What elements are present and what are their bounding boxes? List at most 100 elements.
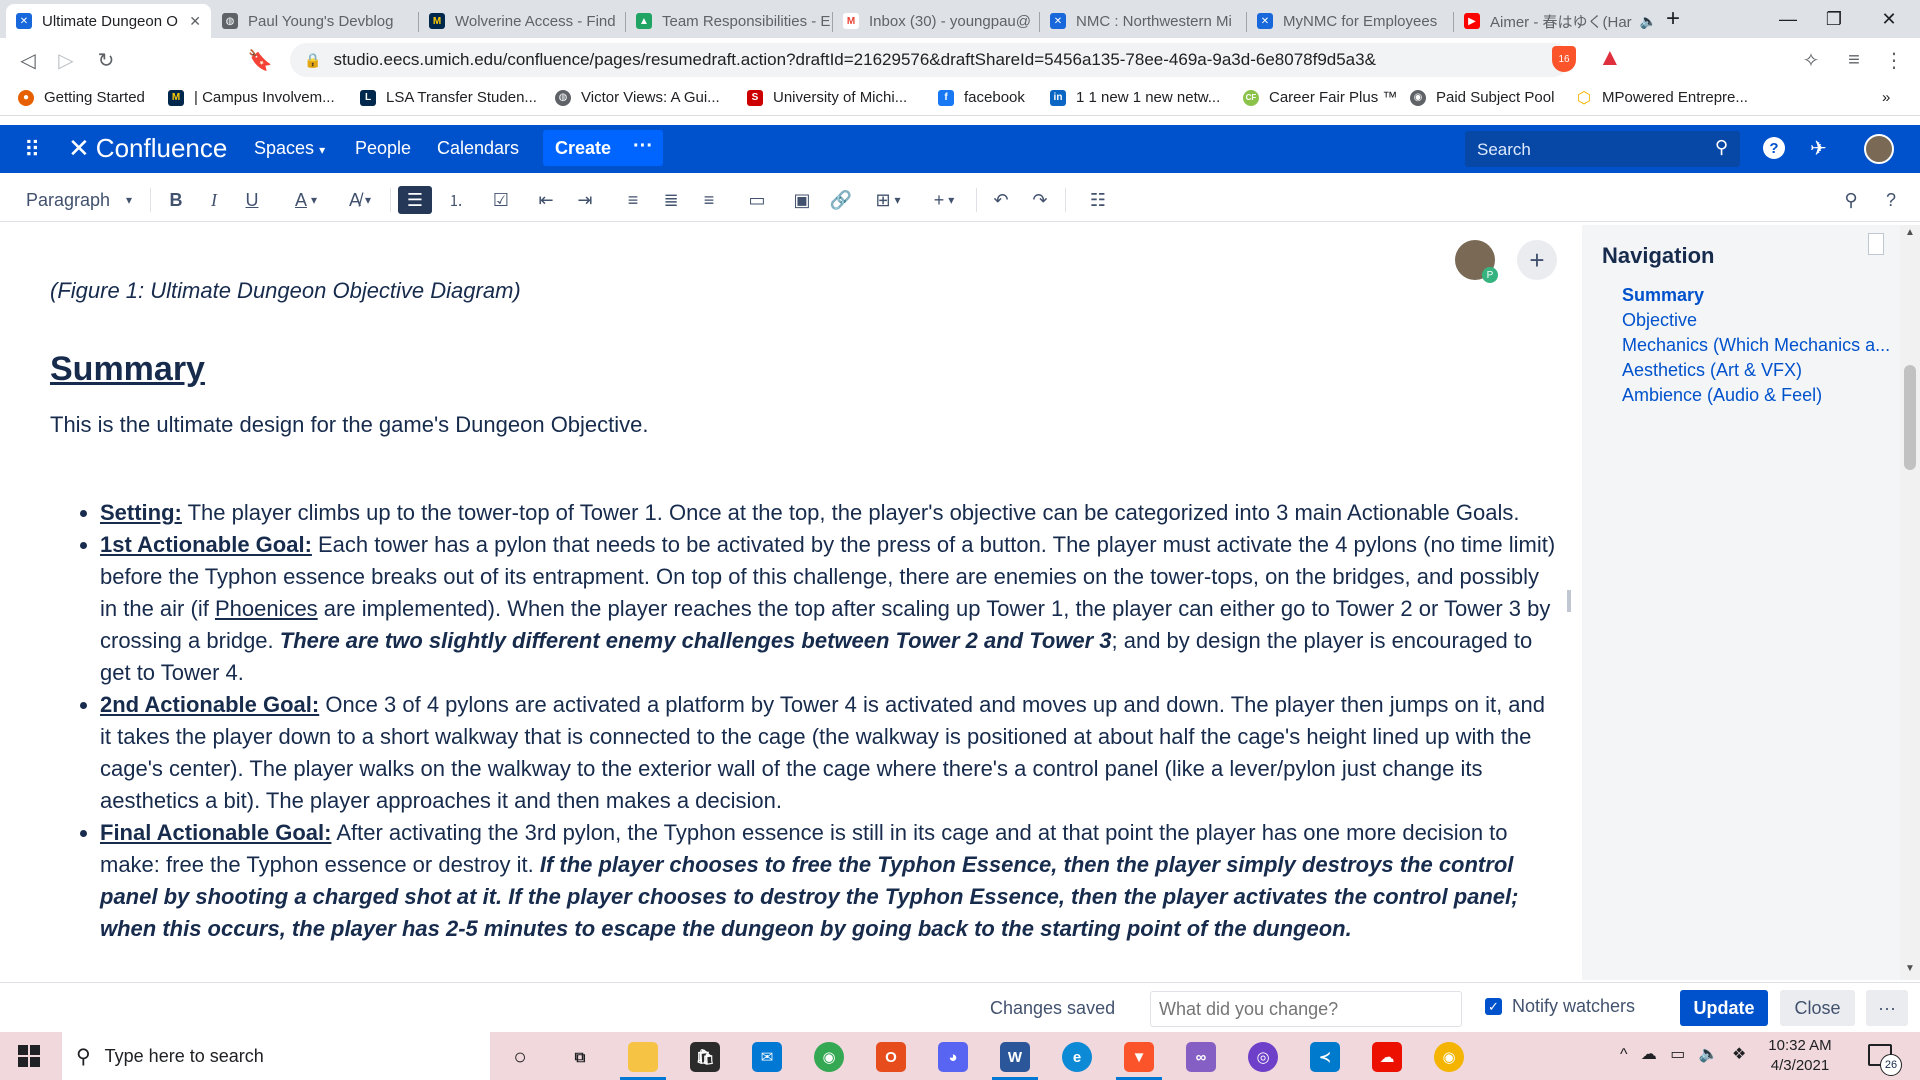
system-clock[interactable]: 10:32 AM 4/3/2021 <box>1750 1036 1850 1076</box>
bookmark-facebook[interactable]: f facebook <box>938 89 1025 106</box>
search-input[interactable]: Search ⚲ <box>1465 131 1740 167</box>
bookmark-mpowered[interactable]: ⬡ MPowered Entrepre... <box>1576 89 1748 107</box>
scroll-up-arrow[interactable]: ▲ <box>1905 227 1915 238</box>
chevron-up-icon[interactable]: ^ <box>1620 1046 1628 1063</box>
tab-mynmc[interactable]: ✕ MyNMC for Employees <box>1247 4 1452 38</box>
maximize-button[interactable]: ❐ <box>1811 0 1857 38</box>
editor-content[interactable]: P + (Figure 1: Ultimate Dungeon Objectiv… <box>0 225 1582 980</box>
find-replace-icon[interactable]: ⚲ <box>1836 186 1866 214</box>
mail-icon[interactable]: ✉ <box>752 1042 782 1072</box>
bookmark-university-of-michigan[interactable]: S University of Michi... <box>747 89 907 106</box>
volume-icon[interactable]: 🔈 <box>1699 1046 1719 1063</box>
bullet-list-button[interactable]: ☰ <box>398 186 432 214</box>
user-avatar[interactable] <box>1864 134 1894 164</box>
more-actions-button[interactable]: ··· <box>1866 990 1908 1026</box>
back-icon[interactable]: ◁ <box>14 46 42 74</box>
numbered-list-button[interactable]: ⒈ <box>441 186 471 214</box>
bookmark-getting-started[interactable]: ● Getting Started <box>18 89 145 106</box>
tab-nmc-northwestern[interactable]: ✕ NMC : Northwestern Mi <box>1040 4 1245 38</box>
scroll-down-arrow[interactable]: ▼ <box>1905 963 1915 974</box>
windows-start-icon[interactable] <box>18 1045 40 1067</box>
close-window-button[interactable]: ✕ <box>1866 0 1912 38</box>
page-scrollbar[interactable]: ▲ ▼ <box>1900 225 1920 980</box>
new-tab-button[interactable]: + <box>1650 0 1696 38</box>
indent-button[interactable]: ⇥ <box>570 186 600 214</box>
nav-link-mechanics[interactable]: Mechanics (Which Mechanics a... <box>1622 335 1890 356</box>
table-of-contents-button[interactable]: ☷ <box>1083 186 1113 214</box>
more-formatting-button[interactable]: A̸ ▾ <box>338 186 382 214</box>
insert-table-button[interactable]: ⊞ ▾ <box>866 186 910 214</box>
bold-button[interactable]: B <box>162 186 190 214</box>
help-icon[interactable]: ? <box>1763 137 1785 159</box>
bookmark-paid-subject-pool[interactable]: ◉ Paid Subject Pool <box>1410 89 1554 106</box>
italic-button[interactable]: I <box>200 186 228 214</box>
bookmark-campus-involvement[interactable]: M | Campus Involvem... <box>168 89 335 106</box>
forward-icon[interactable]: ▷ <box>52 46 80 74</box>
editor-help-icon[interactable]: ? <box>1876 186 1906 214</box>
vscode-icon[interactable]: ≺ <box>1310 1042 1340 1072</box>
confluence-logo[interactable]: ✕ Confluence <box>68 133 227 164</box>
notify-watchers-checkbox[interactable]: ✓ Notify watchers <box>1485 996 1635 1017</box>
microsoft-store-icon[interactable]: 🛍 <box>690 1042 720 1072</box>
bookmark-linkedin[interactable]: in 1 1 new 1 new netw... <box>1050 89 1220 106</box>
tab-inbox[interactable]: M Inbox (30) - youngpau@ <box>833 4 1038 38</box>
invite-collaborator-button[interactable]: + <box>1517 240 1557 280</box>
create-button[interactable]: Create ··· <box>543 130 663 166</box>
tab-wolverine-access[interactable]: M Wolverine Access - Find <box>419 4 624 38</box>
cortana-icon[interactable]: ○ <box>505 1042 535 1072</box>
chrome-icon[interactable]: ◉ <box>814 1042 844 1072</box>
browser-menu-icon[interactable]: ⋮ <box>1880 46 1908 74</box>
insert-link-button[interactable]: 🔗 <box>826 186 856 214</box>
text-color-button[interactable]: A ▾ <box>284 186 328 214</box>
bookmark-icon[interactable]: 🔖 <box>246 46 274 74</box>
task-view-icon[interactable]: ⧉ <box>565 1042 595 1072</box>
tab-team-responsibilities[interactable]: ▲ Team Responsibilities - E <box>626 4 831 38</box>
scroll-thumb[interactable] <box>1904 365 1916 470</box>
brave-shield-icon[interactable]: 16 <box>1552 46 1576 72</box>
phoenices-link[interactable]: Phoenices <box>215 596 318 621</box>
nav-spaces[interactable]: Spaces ▾ <box>254 138 325 159</box>
resize-handle[interactable] <box>1567 590 1571 612</box>
media-control-icon[interactable]: ≡ <box>1840 46 1868 74</box>
close-button[interactable]: Close <box>1780 990 1855 1026</box>
change-comment-input[interactable] <box>1150 991 1462 1027</box>
paragraph-style-select[interactable]: Paragraph ▾ <box>18 186 138 214</box>
insert-image-button[interactable]: ▣ <box>787 186 817 214</box>
nav-link-ambience[interactable]: Ambience (Audio & Feel) <box>1622 385 1822 406</box>
bookmark-victor-views[interactable]: ◍ Victor Views: A Gui... <box>555 89 720 106</box>
align-right-button[interactable]: ≡ <box>694 186 724 214</box>
nav-link-aesthetics[interactable]: Aesthetics (Art & VFX) <box>1622 360 1802 381</box>
onedrive-icon[interactable]: ☁ <box>1641 1046 1657 1063</box>
office-icon[interactable]: O <box>876 1042 906 1072</box>
github-desktop-icon[interactable]: ◎ <box>1248 1042 1278 1072</box>
task-list-button[interactable]: ☑ <box>486 186 516 214</box>
discord-icon[interactable]: ◕ <box>938 1042 968 1072</box>
bookmark-career-fair-plus[interactable]: CF Career Fair Plus ™ <box>1243 89 1397 106</box>
notifications-icon[interactable]: ✈ <box>1810 136 1827 161</box>
nav-link-objective[interactable]: Objective <box>1622 310 1697 331</box>
tab-paul-youngs-devblog[interactable]: ◍ Paul Young's Devblog <box>212 4 417 38</box>
tab-aimer-youtube[interactable]: ▶ Aimer - 春はゆく(Har 🔈 <box>1454 4 1659 38</box>
address-bar[interactable]: 🔒 studio.eecs.umich.edu/confluence/pages… <box>290 43 1570 77</box>
battery-icon[interactable]: ▭ <box>1670 1046 1685 1063</box>
visual-studio-icon[interactable]: ∞ <box>1186 1042 1216 1072</box>
page-layout-button[interactable]: ▭ <box>742 186 772 214</box>
panel-scroll-thumb[interactable] <box>1868 233 1884 255</box>
insert-more-button[interactable]: + ▾ <box>922 186 966 214</box>
app-switcher-icon[interactable]: ⠿ <box>24 137 40 163</box>
align-center-button[interactable]: ≣ <box>656 186 686 214</box>
dropbox-icon[interactable]: ❖ <box>1732 1046 1746 1063</box>
close-tab-icon[interactable]: ✕ <box>181 13 201 30</box>
brave-browser-icon[interactable]: ▼ <box>1124 1042 1154 1072</box>
bookmark-lsa-transfer[interactable]: L LSA Transfer Studen... <box>360 89 537 106</box>
extensions-icon[interactable]: ✧ <box>1797 46 1825 74</box>
bookmarks-overflow-icon[interactable]: » <box>1882 89 1890 106</box>
underline-button[interactable]: U <box>238 186 266 214</box>
creative-cloud-icon[interactable]: ☁ <box>1372 1042 1402 1072</box>
reload-icon[interactable]: ↻ <box>92 46 120 74</box>
taskbar-search-input[interactable]: ⚲ Type here to search <box>62 1032 490 1080</box>
outdent-button[interactable]: ⇤ <box>531 186 561 214</box>
chrome-canary-icon[interactable]: ◉ <box>1434 1042 1464 1072</box>
tab-ultimate-dungeon[interactable]: ✕ Ultimate Dungeon O ✕ <box>6 4 211 38</box>
nav-people[interactable]: People <box>355 138 411 159</box>
